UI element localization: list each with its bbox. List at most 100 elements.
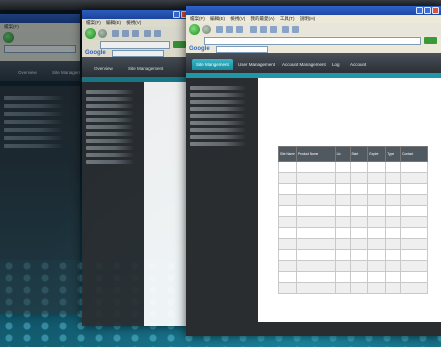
column-header[interactable]: Start [349,146,369,162]
back-icon[interactable] [189,24,200,35]
list-item[interactable] [4,128,64,132]
forward-icon[interactable] [98,29,107,38]
list-item[interactable] [190,142,246,146]
address-input[interactable] [204,37,421,45]
list-item[interactable] [86,153,134,157]
table-row[interactable] [278,282,428,294]
forward-icon[interactable] [202,25,211,34]
table-row[interactable] [278,260,428,272]
mail-icon[interactable] [282,26,289,33]
favorites-icon[interactable] [154,30,161,37]
tab-site-management[interactable]: Site Management [48,67,80,78]
list-item[interactable] [86,146,134,150]
print-icon[interactable] [292,26,299,33]
stop-icon[interactable] [112,30,119,37]
table-row[interactable] [278,161,428,173]
list-item[interactable] [86,97,134,101]
list-item[interactable] [190,114,246,118]
tab-site-management[interactable]: Site Mangement [192,59,233,70]
menu-view[interactable]: 檢視(V) [126,20,141,25]
menu-help[interactable]: 說明(H) [300,16,315,21]
list-item[interactable] [4,144,64,148]
list-item[interactable] [190,128,246,132]
table-row[interactable] [278,216,428,228]
list-item[interactable] [190,107,246,111]
list-item[interactable] [86,132,134,136]
list-item[interactable] [86,125,134,129]
tab-overview[interactable]: Overview [14,67,41,78]
table-row[interactable] [278,172,428,184]
list-item[interactable] [4,120,64,124]
list-item[interactable] [86,104,134,108]
google-search-input[interactable] [216,46,268,53]
maximize-icon[interactable] [424,7,431,14]
table-cell [400,238,428,250]
back-icon[interactable] [85,28,96,39]
refresh-icon[interactable] [226,26,233,33]
column-header[interactable]: Type [385,146,402,162]
list-item[interactable] [190,135,246,139]
table-cell [385,260,402,272]
table-cell [400,172,428,184]
menu-edit[interactable]: 編輯(E) [106,20,121,25]
menu-file[interactable]: 檔案(F) [190,16,205,21]
column-header[interactable]: Site Name [278,146,297,162]
table-row[interactable] [278,238,428,250]
list-item[interactable] [86,111,134,115]
menu-view[interactable]: 檢視(V) [230,16,245,21]
home-icon[interactable] [236,26,243,33]
back-icon[interactable] [3,32,14,43]
list-item[interactable] [190,86,246,90]
table-row[interactable] [278,194,428,206]
list-item[interactable] [86,90,134,94]
menu-tools[interactable]: 工具(T) [280,16,295,21]
menu-file[interactable]: 檔案(F) [4,24,19,29]
tab-account[interactable]: Account [346,59,370,70]
refresh-icon[interactable] [122,30,129,37]
stop-icon[interactable] [216,26,223,33]
table-row[interactable] [278,227,428,239]
home-icon[interactable] [132,30,139,37]
address-input[interactable] [4,45,76,53]
table-row[interactable] [278,183,428,195]
list-item[interactable] [4,104,64,108]
search-icon[interactable] [144,30,151,37]
list-item[interactable] [4,136,64,140]
minimize-icon[interactable] [173,11,180,18]
menu-favorites[interactable]: 我的最愛(A) [251,16,275,21]
menu-file[interactable]: 檔案(F) [86,20,101,25]
minimize-icon[interactable] [416,7,423,14]
column-header[interactable]: Lic [334,146,351,162]
tab-account-management[interactable]: Account Management [278,59,330,70]
history-icon[interactable] [270,26,277,33]
table-row[interactable] [278,271,428,283]
close-icon[interactable] [432,7,439,14]
tab-overview[interactable]: Overview [90,63,117,74]
go-button[interactable] [424,37,437,44]
list-item[interactable] [190,121,246,125]
list-item[interactable] [4,112,64,116]
address-input[interactable] [100,41,170,49]
tab-log[interactable]: Log [328,59,344,70]
column-header[interactable]: Product Name [295,146,336,162]
browser-window-middle: 檔案(F) 編輯(E) 檢視(V) Google Overview Site M… [82,10,190,326]
search-icon[interactable] [250,26,257,33]
column-header[interactable]: Expire [367,146,387,162]
list-item[interactable] [86,118,134,122]
menu-edit[interactable]: 編輯(E) [210,16,225,21]
list-item[interactable] [86,160,134,164]
tab-user-management[interactable]: User Management [234,59,279,70]
list-item[interactable] [86,139,134,143]
list-item[interactable] [4,96,64,100]
google-search-input[interactable] [112,50,164,57]
table-row[interactable] [278,249,428,261]
favorites-icon[interactable] [260,26,267,33]
table-row[interactable] [278,205,428,217]
list-item[interactable] [190,100,246,104]
table-cell [385,194,402,206]
column-header[interactable]: Contact [400,146,428,162]
tab-site-management[interactable]: Site Management [124,63,167,74]
list-item[interactable] [190,93,246,97]
go-button[interactable] [173,41,186,48]
table-cell [349,161,369,173]
